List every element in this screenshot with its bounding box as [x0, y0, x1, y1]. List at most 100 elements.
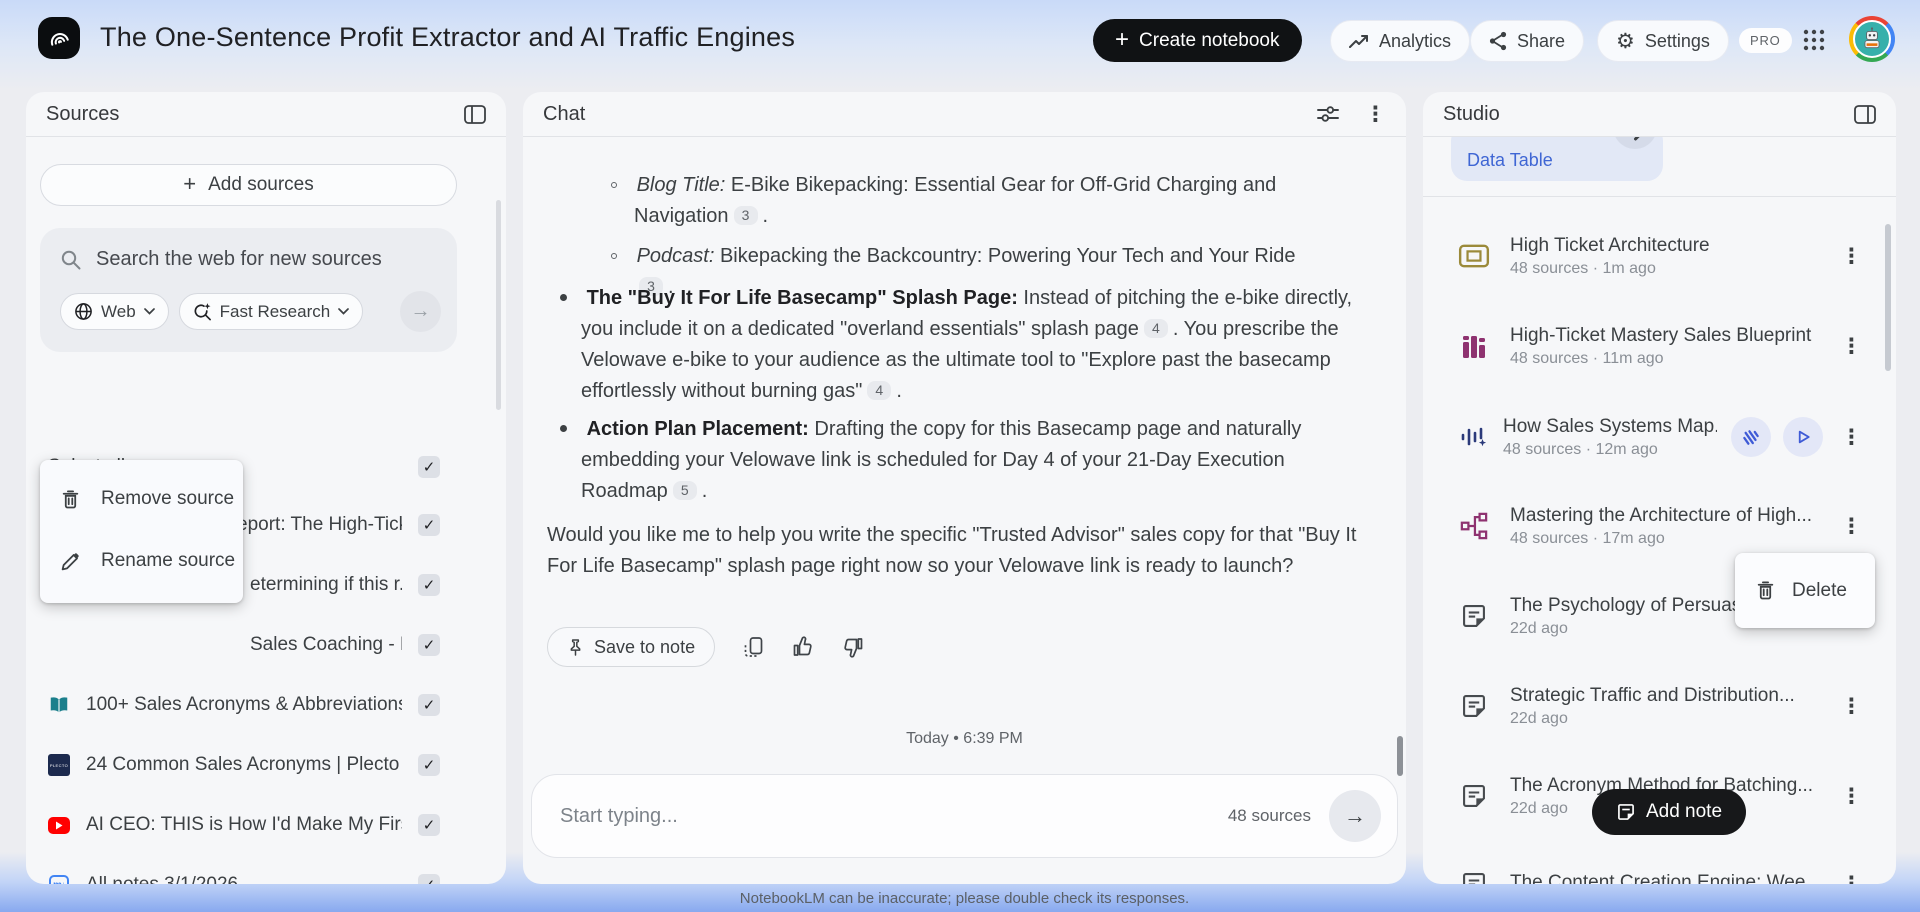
- studio-item-row[interactable]: How Sales Systems Map... 48 sources · 12m…: [1423, 408, 1896, 466]
- chat-input-box[interactable]: Start typing... 48 sources →: [531, 774, 1398, 858]
- note-icon: [1457, 782, 1491, 810]
- source-checkbox[interactable]: ✓: [418, 874, 440, 884]
- thumbs-up-icon[interactable]: [792, 636, 814, 658]
- web-chip-label: Web: [101, 301, 136, 321]
- chat-time-divider: Today • 6:39 PM: [906, 730, 1023, 747]
- thumbs-down-icon[interactable]: [842, 636, 864, 658]
- studio-item-meta: 48 sources · 1m ago: [1510, 259, 1656, 277]
- studio-panel-header: Studio: [1423, 92, 1896, 137]
- source-checkbox[interactable]: ✓: [418, 574, 440, 596]
- search-input[interactable]: Search the web for new sources: [96, 248, 382, 271]
- sub-bullet-label: Podcast:: [636, 245, 715, 267]
- more-options-icon[interactable]: ⋮: [1841, 696, 1862, 717]
- account-avatar[interactable]: [1849, 16, 1895, 62]
- source-checkbox[interactable]: ✓: [418, 634, 440, 656]
- create-notebook-button[interactable]: + Create notebook: [1093, 19, 1302, 62]
- more-options-icon[interactable]: ⋮: [1841, 246, 1862, 267]
- studio-item-row[interactable]: The Content Creation Engine: Wee... ⋮: [1423, 855, 1896, 884]
- source-row[interactable]: 100+ Sales Acronyms & Abbreviations... ✓: [48, 682, 440, 728]
- more-options-icon[interactable]: ⋮: [1841, 874, 1862, 885]
- share-button[interactable]: Share: [1470, 20, 1585, 62]
- data-table-chip[interactable]: Data Table: [1451, 137, 1663, 181]
- google-apps-grid-icon[interactable]: [1802, 28, 1826, 52]
- studio-item-title: High Ticket Architecture: [1510, 234, 1710, 256]
- studio-item-title: The Content Creation Engine: Wee...: [1510, 871, 1816, 885]
- sub-bullet-text: E-Bike Bikepacking: Essential Gear for O…: [634, 174, 1277, 227]
- remove-source-menu-item[interactable]: Remove source: [40, 470, 243, 528]
- studio-scrollbar[interactable]: [1885, 224, 1891, 371]
- collapse-panel-icon[interactable]: [464, 104, 486, 124]
- pin-icon: [567, 638, 584, 657]
- delete-menu-item[interactable]: Delete: [1735, 553, 1875, 628]
- pro-badge: PRO: [1739, 28, 1792, 53]
- settings-button[interactable]: ⚙ Settings: [1597, 20, 1729, 62]
- more-options-icon[interactable]: ⋮: [1841, 786, 1862, 807]
- tune-settings-icon[interactable]: [1317, 104, 1339, 124]
- studio-item-meta: 48 sources · 17m ago: [1510, 529, 1665, 547]
- rename-source-menu-item[interactable]: Rename source: [40, 532, 243, 590]
- studio-item-meta: 48 sources · 12m ago: [1503, 440, 1658, 458]
- citation-chip[interactable]: 3: [733, 206, 758, 225]
- source-row[interactable]: Sales Coaching - K... ✓: [48, 622, 440, 668]
- sources-scrollbar[interactable]: [496, 200, 501, 410]
- add-note-button[interactable]: Add note: [1592, 789, 1746, 835]
- more-options-icon[interactable]: ⋮: [1841, 336, 1862, 357]
- save-to-note-button[interactable]: Save to note: [547, 627, 716, 667]
- studio-item-meta: 22d ago: [1510, 709, 1568, 727]
- source-label: 100+ Sales Acronyms & Abbreviations...: [86, 694, 402, 715]
- fast-research-icon: [193, 302, 212, 321]
- analytics-button[interactable]: Analytics: [1330, 20, 1471, 62]
- more-options-icon[interactable]: ⋮: [1841, 427, 1862, 448]
- search-icon: [60, 249, 82, 271]
- plecto-favicon: PLECTO: [48, 754, 70, 776]
- bullet-bold-label: Action Plan Placement:: [586, 418, 809, 440]
- chat-sub-bullet: Blog Title: E-Bike Bikepacking: Essentia…: [611, 170, 1310, 232]
- top-app-bar: The One-Sentence Profit Extractor and AI…: [0, 0, 1920, 80]
- research-chip-label: Fast Research: [219, 301, 331, 321]
- source-row[interactable]: AI CEO: THIS is How I'd Make My First ..…: [48, 802, 440, 848]
- studio-item-row[interactable]: High-Ticket Mastery Sales Blueprint 48 so…: [1423, 317, 1896, 375]
- play-audio-button[interactable]: [1783, 417, 1823, 457]
- studio-item-row[interactable]: Strategic Traffic and Distribution... 22d…: [1423, 677, 1896, 735]
- studio-item-row[interactable]: Mastering the Architecture of High... 48 …: [1423, 497, 1896, 555]
- book-favicon: [48, 694, 70, 716]
- search-submit-button[interactable]: →: [400, 291, 441, 332]
- web-filter-chip[interactable]: Web: [60, 293, 169, 330]
- mindmap-icon: [1457, 512, 1491, 540]
- select-all-checkbox[interactable]: ✓: [418, 456, 440, 478]
- source-checkbox[interactable]: ✓: [418, 814, 440, 836]
- citation-chip[interactable]: 4: [1143, 319, 1168, 338]
- source-checkbox[interactable]: ✓: [418, 514, 440, 536]
- notebook-title[interactable]: The One-Sentence Profit Extractor and AI…: [100, 22, 795, 53]
- add-sources-button[interactable]: + Add sources: [40, 164, 457, 206]
- analytics-label: Analytics: [1379, 30, 1452, 51]
- chat-bullet: The "Buy It For Life Basecamp" Splash Pa…: [560, 283, 1361, 407]
- data-table-label: Data Table: [1467, 150, 1553, 170]
- send-button[interactable]: →: [1329, 790, 1381, 842]
- source-row[interactable]: m↓ All notes 3/1/2026 ✓: [48, 862, 440, 884]
- interactive-mode-button[interactable]: [1731, 417, 1771, 457]
- add-sources-label: Add sources: [208, 174, 314, 195]
- chat-scrollbar[interactable]: [1397, 736, 1403, 776]
- chat-panel: Chat ⋮ Blog Title: E-Bike Bikepacking: E…: [523, 92, 1406, 884]
- chat-input[interactable]: Start typing...: [560, 805, 678, 828]
- create-notebook-label: Create notebook: [1139, 29, 1280, 51]
- expand-panel-icon[interactable]: [1854, 104, 1876, 124]
- chat-more-options-icon[interactable]: ⋮: [1365, 104, 1386, 125]
- trash-icon: [1755, 580, 1776, 601]
- source-checkbox[interactable]: ✓: [418, 754, 440, 776]
- studio-item-title: Mastering the Architecture of High...: [1510, 504, 1813, 526]
- add-note-label: Add note: [1645, 801, 1723, 822]
- source-label: etermining if this r...: [250, 574, 402, 595]
- note-icon: [1616, 802, 1636, 822]
- edit-circle-button[interactable]: [1613, 137, 1657, 149]
- citation-chip[interactable]: 4: [867, 381, 892, 400]
- studio-item-row[interactable]: High Ticket Architecture 48 sources · 1m …: [1423, 227, 1896, 285]
- citation-chip[interactable]: 5: [672, 481, 697, 500]
- research-mode-chip[interactable]: Fast Research: [178, 293, 364, 330]
- copy-icon[interactable]: [743, 636, 764, 658]
- more-options-icon[interactable]: ⋮: [1841, 516, 1862, 537]
- source-row[interactable]: PLECTO 24 Common Sales Acronyms | Plecto…: [48, 742, 440, 788]
- notebooklm-logo-icon[interactable]: [38, 17, 80, 59]
- source-checkbox[interactable]: ✓: [418, 694, 440, 716]
